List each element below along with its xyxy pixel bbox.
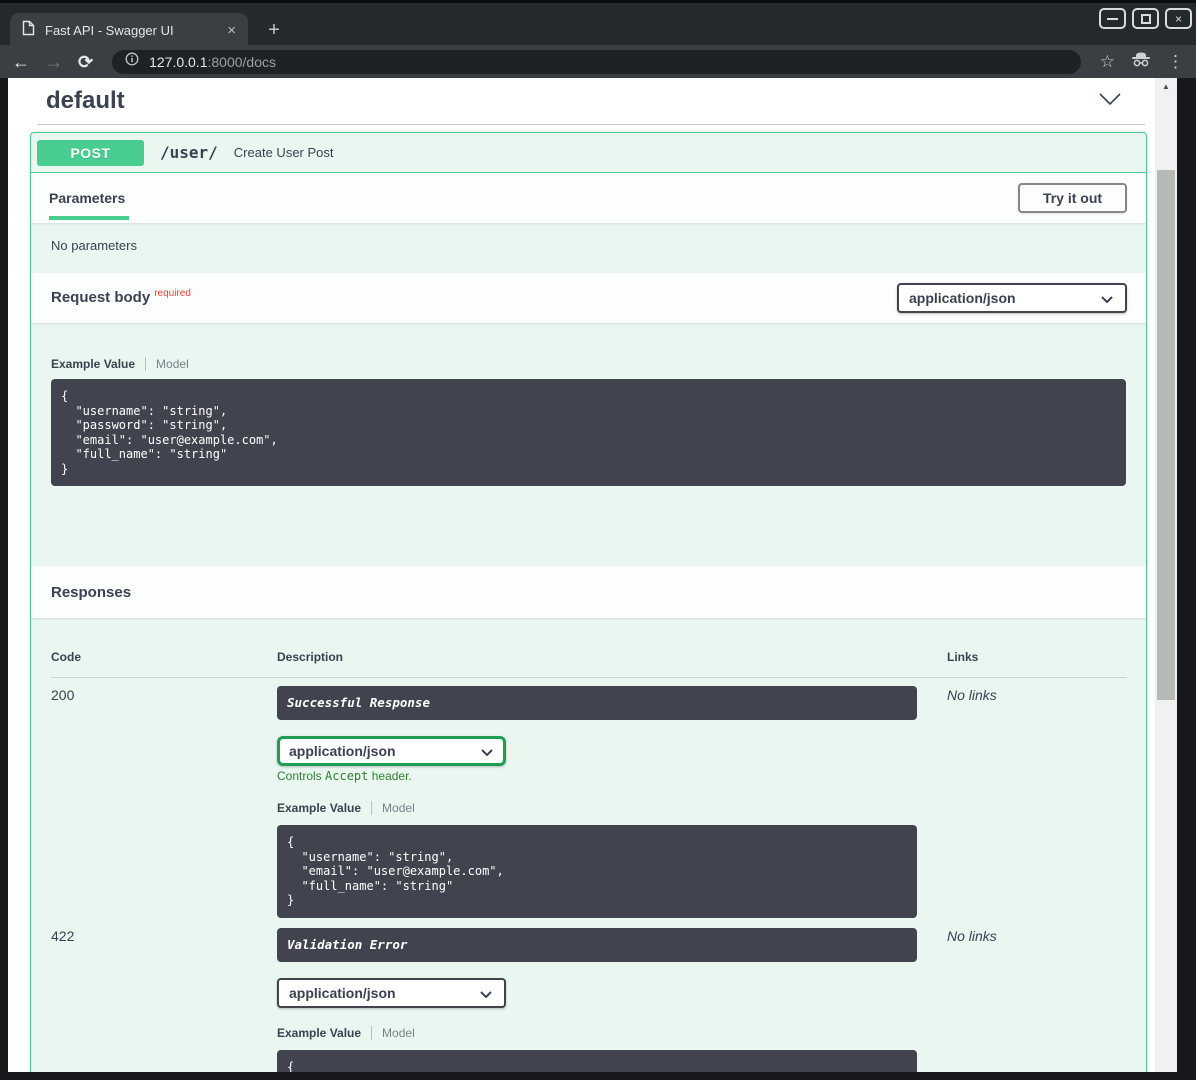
col-header-description: Description: [277, 642, 917, 677]
back-icon[interactable]: ←: [12, 53, 30, 71]
new-tab-button[interactable]: +: [260, 16, 288, 44]
browser-tab-strip: Fast API - Swagger UI × + ×: [0, 0, 1196, 45]
section-collapse-chevron-icon[interactable]: [1099, 92, 1121, 110]
browser-window: { "browser": { "tab_title": "Fast API - …: [0, 0, 1196, 1080]
response-example-codeblock-200: { "username": "string", "email": "user@e…: [277, 825, 917, 918]
address-bar[interactable]: 127.0.0.1:8000/docs: [112, 50, 1081, 74]
url-text: 127.0.0.1:8000/docs: [149, 54, 276, 70]
required-badge: required: [154, 288, 191, 299]
forward-icon[interactable]: →: [45, 53, 63, 71]
request-body-header: Request body required application/json: [31, 273, 1146, 323]
incognito-icon[interactable]: [1130, 51, 1152, 72]
swagger-content: default POST /user/ Create User Post Par…: [8, 78, 1155, 1072]
window-minimize-button[interactable]: [1099, 8, 1126, 29]
responses-table-head: Code Description Links: [51, 642, 1127, 678]
response-media-type-select-200[interactable]: application/json: [277, 736, 506, 766]
scrollbar-thumb[interactable]: [1157, 170, 1175, 700]
model-example-tabs: Example Value Model: [277, 801, 917, 815]
browser-tab[interactable]: Fast API - Swagger UI ×: [10, 13, 248, 48]
parameters-header: Parameters Try it out: [31, 173, 1146, 223]
tab-example-value[interactable]: Example Value: [277, 1026, 361, 1040]
opblock-summary[interactable]: POST /user/ Create User Post: [31, 133, 1146, 173]
accept-note-code: Accept: [325, 769, 368, 783]
tab-close-icon[interactable]: ×: [227, 23, 236, 38]
responses-table: Code Description Links 200 Successful Re…: [31, 618, 1146, 1072]
tab-parameters[interactable]: Parameters: [49, 173, 125, 223]
response-media-type-value-422: application/json: [289, 985, 396, 1001]
tab-model[interactable]: Model: [382, 801, 415, 815]
browser-toolbar: ← → ⟳ 127.0.0.1:8000/docs ☆ ⋮: [0, 45, 1196, 78]
window-maximize-button[interactable]: [1132, 8, 1159, 29]
reload-icon[interactable]: ⟳: [78, 53, 93, 71]
no-parameters-text: No parameters: [31, 223, 1146, 273]
response-links: No links: [917, 928, 1127, 1073]
tab-separator: [371, 1026, 372, 1040]
url-host: 127.0.0.1: [149, 54, 207, 70]
try-it-out-button[interactable]: Try it out: [1018, 183, 1127, 213]
response-code: 422: [51, 928, 277, 1073]
window-controls: ×: [1099, 8, 1192, 29]
tab-example-value[interactable]: Example Value: [277, 801, 361, 815]
endpoint-summary: Create User Post: [234, 145, 334, 160]
chevron-down-icon: [481, 743, 493, 759]
request-media-type-select[interactable]: application/json: [897, 283, 1127, 313]
response-media-type-select-422[interactable]: application/json: [277, 978, 506, 1008]
endpoint-path: /user/: [160, 143, 218, 162]
response-example-json-200: { "username": "string", "email": "user@e…: [287, 835, 907, 908]
swagger-page: default POST /user/ Create User Post Par…: [8, 78, 1177, 1072]
bookmark-star-icon[interactable]: ☆: [1100, 53, 1115, 70]
section-title: default: [46, 87, 125, 115]
api-section-header[interactable]: default: [38, 78, 1145, 125]
maximize-icon: [1141, 14, 1151, 24]
request-body-section: Example Value Model { "username": "strin…: [31, 323, 1146, 566]
window-close-button[interactable]: ×: [1165, 8, 1192, 29]
page-favicon-icon: [22, 20, 35, 41]
controls-accept-note: Controls Accept header.: [277, 769, 917, 783]
tab-model[interactable]: Model: [382, 1026, 415, 1040]
chevron-down-icon: [1101, 290, 1113, 306]
post-user-opblock: POST /user/ Create User Post Parameters …: [30, 132, 1147, 1072]
tab-title: Fast API - Swagger UI: [45, 23, 217, 38]
response-description-bar: Successful Response: [277, 686, 917, 720]
model-example-tabs: Example Value Model: [277, 1026, 917, 1040]
page-scrollbar[interactable]: ▲: [1155, 78, 1177, 1072]
tab-example-value[interactable]: Example Value: [51, 357, 135, 371]
model-example-tabs: Example Value Model: [51, 357, 1126, 371]
tab-separator: [371, 801, 372, 815]
col-header-links: Links: [917, 642, 1127, 677]
response-example-codeblock-422: { "detail": [: [277, 1050, 917, 1073]
scrollbar-up-arrow-icon[interactable]: ▲: [1155, 78, 1177, 95]
response-media-type-value-200: application/json: [289, 743, 396, 759]
tab-separator: [145, 357, 146, 371]
url-path: :8000/docs: [207, 54, 276, 70]
tab-model[interactable]: Model: [156, 357, 189, 371]
response-description-cell: Validation Error application/json Exampl…: [277, 928, 917, 1073]
accept-note-prefix: Controls: [277, 769, 325, 783]
response-row-422: 422 Validation Error application/json Ex…: [51, 928, 1127, 1073]
response-row-200: 200 Successful Response application/json…: [51, 678, 1127, 918]
request-body-label: Request body: [51, 289, 150, 306]
http-method-badge: POST: [37, 140, 144, 166]
response-code: 200: [51, 678, 277, 918]
col-header-code: Code: [51, 642, 277, 677]
chevron-down-icon: [480, 985, 492, 1001]
request-media-type-value: application/json: [909, 290, 1016, 306]
responses-header: Responses: [31, 566, 1146, 618]
minimize-icon: [1107, 18, 1118, 20]
responses-label: Responses: [51, 584, 131, 601]
response-description-bar: Validation Error: [277, 928, 917, 962]
response-links: No links: [917, 678, 1127, 918]
site-info-icon[interactable]: [125, 52, 139, 71]
request-example-codeblock: { "username": "string", "password": "str…: [51, 379, 1126, 486]
browser-menu-icon[interactable]: ⋮: [1167, 53, 1184, 70]
response-description-cell: Successful Response application/json Con…: [277, 678, 917, 918]
response-example-json-422: { "detail": [: [287, 1060, 907, 1073]
accept-note-suffix: header.: [368, 769, 411, 783]
request-example-json: { "username": "string", "password": "str…: [61, 389, 1116, 476]
